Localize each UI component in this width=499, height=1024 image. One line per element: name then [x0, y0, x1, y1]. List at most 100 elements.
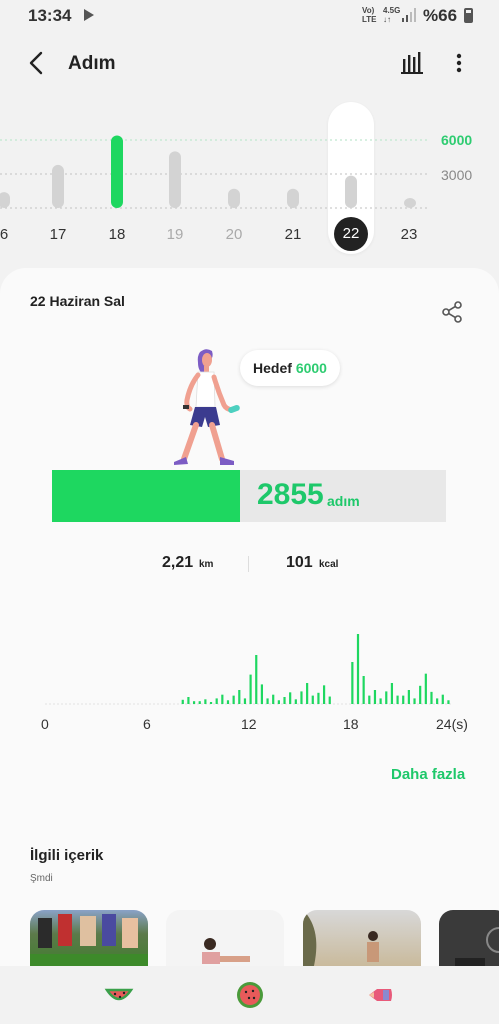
- hour-bar-9: [209, 702, 213, 704]
- goal-value: 6000: [295, 360, 327, 376]
- hour-bar-8: [187, 697, 190, 704]
- pencil-eraser-icon[interactable]: [365, 980, 395, 1010]
- distance-unit: km: [199, 559, 214, 570]
- hour-bar-14: [283, 697, 286, 704]
- related-card-outdoor-run[interactable]: [303, 910, 421, 970]
- more-link[interactable]: Daha fazla: [391, 766, 465, 783]
- hour-tick-label: 24(s): [436, 716, 468, 732]
- hour-bar-19: [368, 695, 371, 704]
- weekly-steps-chart[interactable]: [0, 100, 499, 220]
- day-bar-20[interactable]: [228, 188, 240, 208]
- day-bar-23[interactable]: [404, 198, 416, 208]
- share-icon[interactable]: [441, 300, 463, 324]
- day-bar-21[interactable]: [287, 188, 299, 208]
- day-label[interactable]: 18: [97, 226, 137, 243]
- calories-unit: kcal: [319, 559, 339, 570]
- hour-bar-12: [255, 655, 258, 704]
- hour-bar-15: [300, 691, 303, 704]
- day-label[interactable]: 23: [389, 226, 429, 243]
- steps-progress-fill: [52, 470, 240, 522]
- day-bar-19[interactable]: [169, 151, 181, 208]
- hour-bar-23: [441, 694, 444, 704]
- hour-bar-14: [289, 692, 292, 704]
- hour-tick-label: 6: [143, 716, 151, 732]
- more-vertical-icon[interactable]: [448, 48, 470, 78]
- hour-bar-22: [424, 673, 427, 704]
- hourly-steps-chart: [45, 634, 452, 705]
- hour-bar-23: [447, 700, 450, 704]
- outdoor-runner-image: [303, 910, 379, 970]
- hour-bar-22: [419, 685, 422, 704]
- day-label[interactable]: 17: [38, 226, 78, 243]
- hour-bar-12: [260, 684, 264, 704]
- stretching-woman-image: [202, 938, 250, 964]
- battery-icon: [464, 8, 473, 23]
- goal-line-label: 6000: [441, 132, 473, 148]
- hour-bar-21: [402, 695, 405, 704]
- hour-bar-16: [317, 692, 320, 704]
- hour-bar-10: [221, 694, 224, 704]
- hour-bar-22: [430, 691, 433, 704]
- hour-bar-9: [204, 699, 207, 704]
- day-bar-16[interactable]: [0, 192, 10, 208]
- hour-tick-label: 18: [343, 716, 359, 732]
- hour-bar-8: [181, 699, 184, 704]
- watermelon-icon[interactable]: [235, 980, 265, 1010]
- hour-bar-11: [243, 698, 247, 704]
- hour-tick-label: 0: [41, 716, 49, 732]
- hour-bar-8: [192, 701, 196, 704]
- hour-bar-18: [356, 634, 360, 704]
- distance-value: 2,21: [162, 554, 194, 571]
- watermelon-slice-icon[interactable]: [104, 980, 134, 1010]
- hour-bar-21: [407, 690, 410, 704]
- related-card-stretching[interactable]: [166, 910, 284, 970]
- mid-line-label: 3000: [441, 167, 473, 183]
- day-label[interactable]: 19: [155, 226, 195, 243]
- day-bar-17[interactable]: [52, 164, 64, 208]
- hour-bar-13: [277, 700, 280, 704]
- hour-bar-11: [232, 695, 235, 704]
- hour-bar-13: [272, 694, 275, 704]
- step-unit: adım: [327, 493, 360, 509]
- hour-bar-14: [294, 699, 297, 704]
- bar-chart-icon[interactable]: [398, 48, 426, 76]
- hour-bar-19: [373, 690, 377, 704]
- signal-icon: [402, 8, 416, 22]
- hour-bar-11: [238, 690, 241, 704]
- steps-progress-bar: [52, 470, 446, 522]
- hour-bar-13: [266, 698, 269, 704]
- related-content-subtitle: Şmdi: [30, 873, 53, 884]
- hour-bar-12: [249, 674, 252, 704]
- selected-day-label[interactable]: 22: [334, 217, 368, 251]
- hour-tick-label: 12: [241, 716, 257, 732]
- dark-card-image: [455, 927, 499, 970]
- volte-indicator: Vo) LTE: [362, 6, 377, 24]
- hour-bar-20: [385, 691, 388, 704]
- day-bar-18[interactable]: [111, 135, 123, 208]
- page-title: Adım: [68, 53, 116, 74]
- selected-date: 22 Haziran Sal: [30, 293, 125, 309]
- related-card-dark[interactable]: [439, 910, 499, 970]
- hour-bar-10: [226, 700, 230, 704]
- battery-percent: %66: [423, 6, 458, 25]
- runners-image: [30, 914, 148, 970]
- chevron-left-icon[interactable]: [22, 48, 52, 78]
- day-label[interactable]: 21: [273, 226, 313, 243]
- step-count: 2855: [257, 478, 324, 511]
- hour-bar-20: [396, 695, 399, 704]
- related-card-running-group[interactable]: [30, 910, 148, 970]
- day-label[interactable]: 6: [0, 226, 24, 243]
- hour-bar-23: [436, 698, 439, 704]
- goal-bubble: Hedef 6000: [240, 350, 340, 386]
- hour-bar-10: [215, 698, 218, 704]
- hour-bar-16: [322, 685, 326, 704]
- hour-bar-9: [198, 701, 201, 704]
- hour-bar-18: [351, 662, 354, 704]
- hour-bar-20: [390, 683, 394, 704]
- day-bar-22[interactable]: [345, 175, 357, 208]
- play-icon: [84, 9, 94, 21]
- hour-bar-18: [362, 676, 365, 704]
- hour-bar-15: [311, 695, 314, 704]
- day-label[interactable]: 20: [214, 226, 254, 243]
- network-indicator: 4.5G ↓↑: [383, 6, 401, 24]
